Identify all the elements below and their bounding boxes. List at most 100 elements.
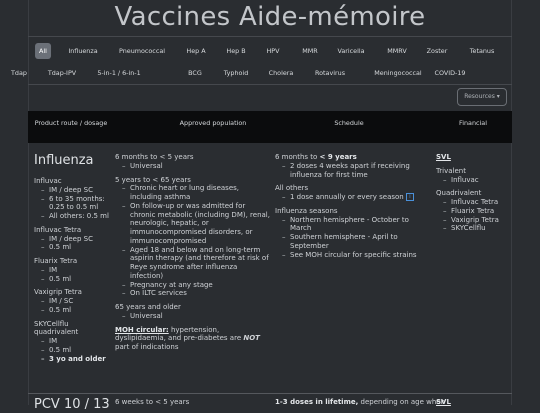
product-detail: IM / deep SC [41, 186, 110, 195]
product-entry: Vaxigrip TetraIM / SC0.5 ml [34, 288, 110, 314]
product-entry: Influvac TetraIM / deep SC0.5 ml [34, 226, 110, 252]
title-divider [28, 36, 512, 37]
product-name: Influvac [34, 177, 62, 185]
moh-circular-label: MOH circular: [115, 325, 169, 334]
moh-not: NOT [243, 334, 260, 343]
moh-circular-note: MOH circular: hypertension, dyslipidaemi… [115, 326, 270, 352]
vaccine-name-influenza: Influenza [34, 153, 94, 168]
tabs-divider [28, 84, 512, 85]
population-head: 65 years and older [115, 303, 181, 311]
vaccine-name-pcv: PCV 10 / 13 [34, 397, 110, 413]
quadrivalent-item: Influvac Tetra [443, 198, 508, 207]
header-route: Product route / dosage [34, 119, 108, 127]
product-detail: 3 yo and older [41, 355, 110, 364]
product-name: Influvac Tetra [34, 225, 82, 234]
schedule-3-head: Influenza seasons [275, 206, 338, 215]
season-item: Southern hemisphere - April to September [282, 233, 430, 251]
tab-tdap[interactable]: Tdap [7, 65, 31, 81]
product-detail: All others: 0.5 ml [41, 212, 110, 221]
season-item: Northern hemisphere - October to March [282, 216, 430, 234]
pcv-svl-link[interactable]: SVL [436, 398, 451, 407]
right-gutter-line [511, 0, 512, 405]
schedule-group-3: Influenza seasons Northern hemisphere - … [275, 207, 430, 260]
pcv-schedule: 1-3 doses in lifetime, depending on age … [275, 398, 445, 407]
product-detail: 6 to 35 months: 0.25 to 0.5 ml [41, 195, 110, 213]
product-detail: IM / deep SC [41, 235, 110, 244]
schedule-2-head: All others [275, 184, 309, 193]
quadrivalent-item: Vaxigrip Tetra [443, 216, 508, 225]
table-header: Product route / dosage Approved populati… [28, 111, 512, 143]
info-icon[interactable]: i [405, 193, 414, 201]
resources-dropdown-button[interactable]: Resources ▾ [457, 88, 507, 106]
product-detail: 0.5 ml [41, 275, 110, 284]
quadrivalent-label: Quadrivalent [436, 189, 482, 198]
product-detail: IM / SC [41, 297, 110, 306]
tab-cholera[interactable]: Cholera [265, 65, 298, 81]
tab-mmr[interactable]: MMR [298, 43, 321, 59]
product-detail: 0.5 ml [41, 346, 110, 355]
schedule-1-head-bold: < 9 years [319, 153, 357, 161]
population-item: Aged 18 and below and on long-term aspir… [122, 246, 270, 281]
influenza-financial-cell: SVL Trivalent Influvac Quadrivalent Infl… [436, 153, 508, 233]
product-entry: InfluvacIM / deep SC6 to 35 months: 0.25… [34, 177, 110, 221]
population-item: On follow-up or was admitted for chronic… [122, 202, 270, 246]
product-name: Vaxigrip Tetra [34, 288, 82, 297]
tab-tetanus[interactable]: Tetanus [466, 43, 499, 59]
tab-zoster[interactable]: Zoster [423, 43, 452, 59]
population-group: 6 months to < 5 yearsUniversal [115, 153, 270, 171]
schedule-2-item: 1 dose annually or every season [290, 193, 404, 201]
tab-all[interactable]: All [35, 43, 51, 59]
schedule-item: 2 doses 4 weeks apart if receiving influ… [282, 162, 430, 180]
population-head: 5 years to < 65 years [115, 175, 191, 184]
product-detail: 0.5 ml [41, 306, 110, 315]
product-name: SKYCellflu quadrivalent [34, 319, 79, 337]
population-group: 5 years to < 65 yearsChronic heart or lu… [115, 176, 270, 299]
tab-5-in-1-6-in-1[interactable]: 5-in-1 / 6-in-1 [93, 65, 144, 81]
schedule-1-head: 6 months to [275, 153, 320, 161]
product-entry: SKYCellflu quadrivalentIM0.5 ml3 yo and … [34, 320, 110, 364]
pcv-population: 6 weeks to < 5 years [115, 398, 190, 406]
population-item: Universal [122, 162, 270, 171]
influenza-population-cell: 6 months to < 5 yearsUniversal 5 years to… [115, 153, 270, 352]
tab-hep-b[interactable]: Hep B [222, 43, 249, 59]
tab-hep-a[interactable]: Hep A [182, 43, 209, 59]
product-detail: 0.5 ml [41, 243, 110, 252]
header-population: Approved population [179, 119, 247, 127]
quadrivalent-item: SKYCellflu [443, 224, 508, 233]
tab-rotavirus[interactable]: Rotavirus [311, 65, 349, 81]
tab-typhoid[interactable]: Typhoid [220, 65, 253, 81]
tab-varicella[interactable]: Varicella [333, 43, 368, 59]
quadrivalent-item: Fluarix Tetra [443, 207, 508, 216]
population-item: Chronic heart or lung diseases, includin… [122, 184, 270, 202]
header-schedule: Schedule [334, 119, 364, 127]
tab-tdap-ipv[interactable]: Tdap-IPV [44, 65, 80, 81]
trivalent-label: Trivalent [436, 166, 466, 175]
product-detail: IM [41, 337, 110, 346]
population-list: 6 months to < 5 yearsUniversal 5 years to… [115, 153, 270, 321]
tab-covid-19[interactable]: COVID-19 [431, 65, 470, 81]
page-title: Vaccines Aide-mémoire [114, 2, 426, 32]
influenza-product-list: InfluvacIM / deep SC6 to 35 months: 0.25… [34, 177, 110, 363]
header-financial: Financial [459, 119, 487, 127]
tab-mmrv[interactable]: MMRV [383, 43, 411, 59]
population-head: 6 months to < 5 years [115, 153, 194, 161]
row-divider [28, 393, 512, 394]
tab-hpv[interactable]: HPV [262, 43, 283, 59]
product-name: Fluarix Tetra [34, 257, 78, 265]
population-group: 65 years and olderUniversal [115, 303, 270, 321]
schedule-group-2: All others 1 dose annually or every seas… [275, 184, 430, 202]
vaccine-tabs-row-1: All Influenza Pneumococcal Hep A Hep B HPV MMR… [28, 43, 512, 59]
product-detail: IM [41, 266, 110, 275]
tab-meningococcal[interactable]: Meningococcal [370, 65, 425, 81]
left-gutter-line [28, 0, 29, 405]
tab-pneumococcal[interactable]: Pneumococcal [115, 43, 169, 59]
tab-influenza[interactable]: Influenza [64, 43, 101, 59]
product-entry: Fluarix TetraIM0.5 ml [34, 257, 110, 283]
population-item: On ILTC services [122, 289, 270, 298]
trivalent-item: Influvac [443, 176, 508, 185]
schedule-group-1: 6 months to < 9 years 2 doses 4 weeks ap… [275, 153, 430, 179]
tab-bcg[interactable]: BCG [184, 65, 206, 81]
moh-text-b: part of indications [115, 343, 179, 351]
vaccine-tabs-row-2: Tdap Tdap-IPV 5-in-1 / 6-in-1 BCG Typhoid Cho… [11, 65, 512, 81]
svl-link[interactable]: SVL [436, 153, 508, 162]
